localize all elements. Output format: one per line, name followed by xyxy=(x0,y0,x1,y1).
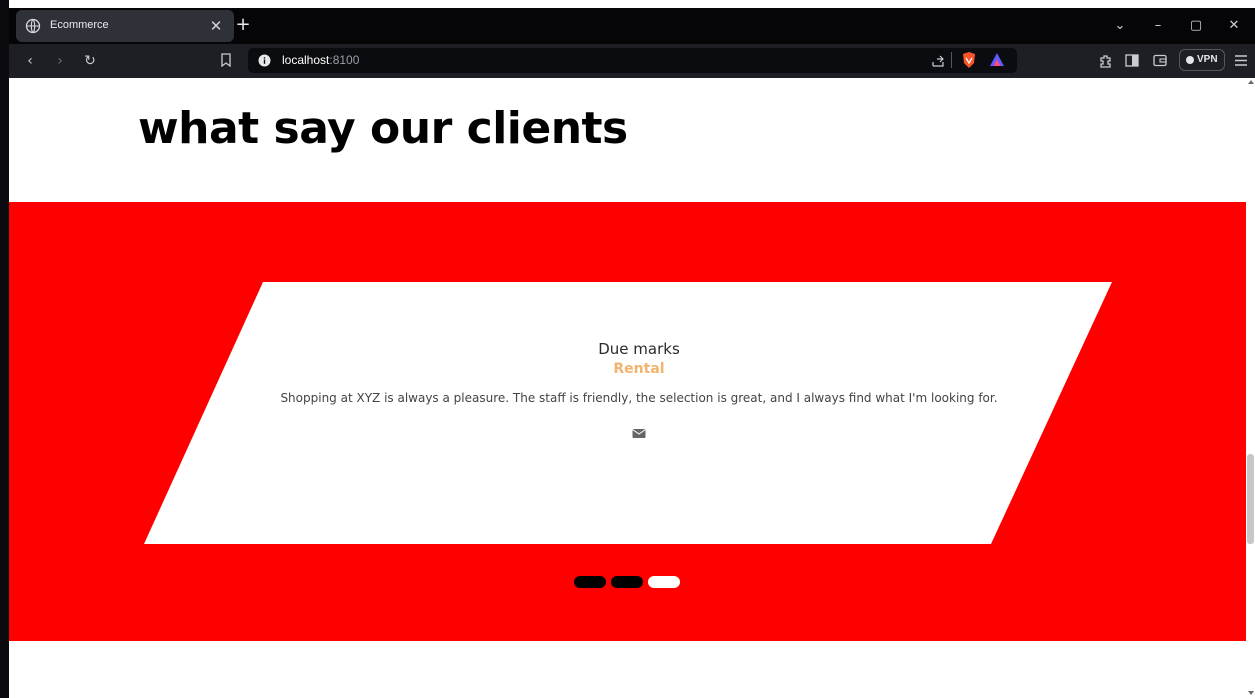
omnibox-divider xyxy=(951,52,952,68)
globe-icon xyxy=(25,18,41,34)
client-name: Due marks xyxy=(598,340,680,358)
scroll-up-icon[interactable] xyxy=(1248,80,1254,84)
carousel-dot[interactable] xyxy=(574,576,606,588)
bookmark-icon[interactable] xyxy=(220,53,232,67)
vpn-status-icon xyxy=(1186,56,1194,64)
minimize-icon[interactable]: – xyxy=(1148,16,1168,36)
scroll-down-icon[interactable] xyxy=(1248,691,1254,695)
menu-icon[interactable] xyxy=(1234,54,1248,67)
vpn-button[interactable]: VPN xyxy=(1179,49,1225,71)
new-tab-icon[interactable]: + xyxy=(233,14,253,36)
browser-toolbar: ‹ › ↻ localhost:8100 VPN xyxy=(9,44,1255,78)
window-edge xyxy=(0,0,9,698)
url-port: :8100 xyxy=(329,53,360,67)
testimonial-card: Due marks Rental Shopping at XYZ is alwa… xyxy=(279,340,999,443)
close-window-icon[interactable]: ✕ xyxy=(1224,16,1244,36)
tab-close-icon[interactable]: ✕ xyxy=(207,17,225,35)
client-role: Rental xyxy=(613,361,665,377)
carousel-dot[interactable] xyxy=(611,576,643,588)
reload-icon[interactable]: ↻ xyxy=(81,52,99,70)
address-bar[interactable]: localhost:8100 xyxy=(248,48,1017,73)
brave-rewards-icon[interactable] xyxy=(989,52,1005,68)
tab-bar: Ecommerce ✕ + ⌄ – ▢ ✕ xyxy=(9,8,1255,44)
maximize-icon[interactable]: ▢ xyxy=(1186,16,1206,36)
page-title: what say our clients xyxy=(138,103,628,154)
tab-title: Ecommerce xyxy=(50,19,109,31)
envelope-icon[interactable] xyxy=(632,428,646,439)
client-quote: Shopping at XYZ is always a pleasure. Th… xyxy=(280,391,998,405)
brave-shields-icon[interactable] xyxy=(961,51,977,69)
share-icon[interactable] xyxy=(931,54,945,68)
url-text[interactable]: localhost:8100 xyxy=(282,53,359,67)
tab-ecommerce[interactable]: Ecommerce ✕ xyxy=(16,10,234,42)
site-info-icon[interactable] xyxy=(258,54,271,67)
back-icon[interactable]: ‹ xyxy=(21,52,39,70)
sidebar-icon[interactable] xyxy=(1125,54,1139,67)
testimonials-section: Due marks Rental Shopping at XYZ is alwa… xyxy=(9,202,1246,641)
carousel-dot[interactable] xyxy=(648,576,680,588)
extensions-icon[interactable] xyxy=(1098,53,1114,69)
page-scrollbar[interactable] xyxy=(1246,78,1255,698)
forward-icon[interactable]: › xyxy=(51,52,69,70)
scrollbar-thumb[interactable] xyxy=(1247,454,1254,544)
tab-search-icon[interactable]: ⌄ xyxy=(1110,16,1130,36)
wallet-icon[interactable] xyxy=(1153,54,1167,67)
vpn-label: VPN xyxy=(1197,54,1218,65)
url-host: localhost xyxy=(282,53,330,67)
